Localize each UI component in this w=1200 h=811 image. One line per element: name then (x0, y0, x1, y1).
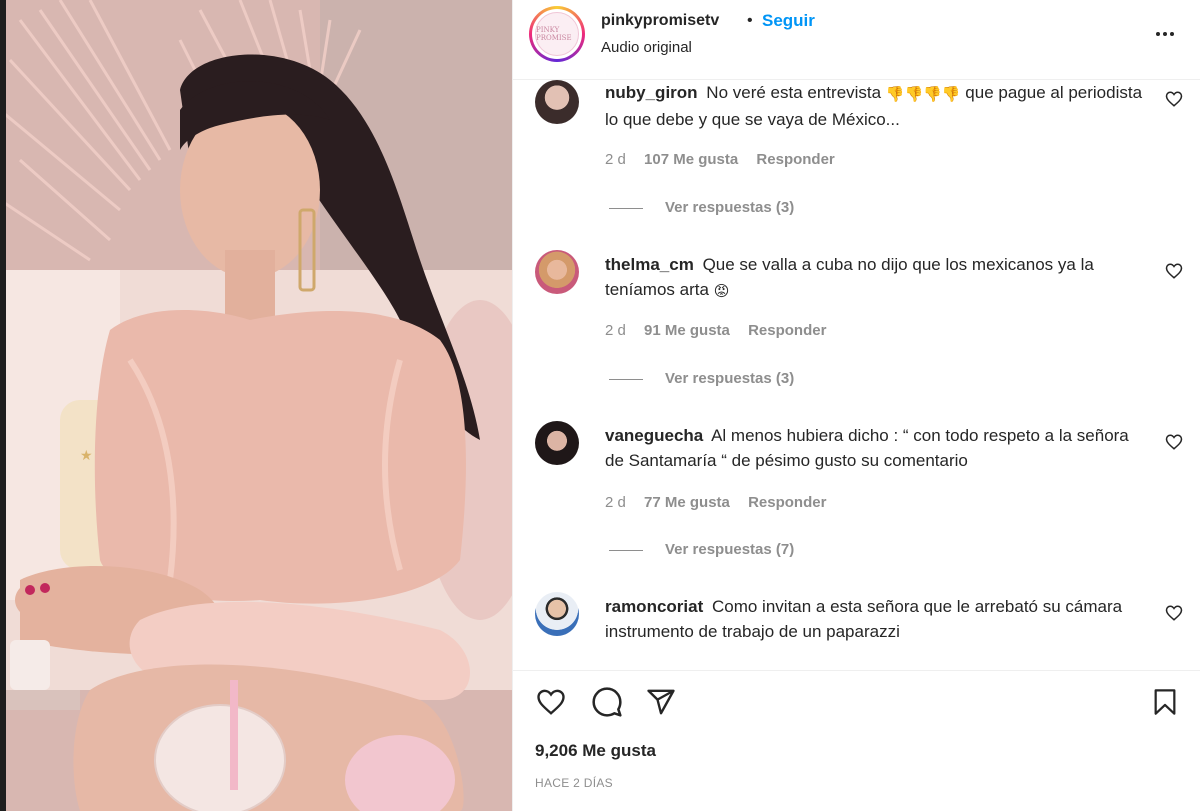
commenter-avatar[interactable] (535, 592, 579, 636)
comment-likes[interactable]: 107 Me gusta (644, 151, 738, 168)
more-dot (1156, 32, 1160, 36)
svg-text:★: ★ (80, 448, 93, 464)
post-side-panel: PINKY PROMISE pinkypromisetv • Seguir Au… (512, 0, 1200, 811)
avatar-inner: PINKY PROMISE (532, 9, 582, 59)
view-replies-button[interactable]: Ver respuestas (3) (609, 199, 794, 216)
comment-time[interactable]: 2 d (605, 151, 626, 168)
comment-likes[interactable]: 77 Me gusta (644, 494, 730, 511)
comment-username[interactable]: thelma_cm (605, 255, 694, 274)
post-date[interactable]: HACE 2 DÍAS (535, 776, 613, 790)
comment-username[interactable]: ramoncoriat (605, 597, 703, 616)
commenter-avatar[interactable] (535, 250, 579, 294)
comment-likes[interactable]: 91 Me gusta (644, 322, 730, 339)
heart-icon[interactable] (1165, 90, 1183, 108)
post-media[interactable]: ★ ★ (0, 0, 512, 811)
post-header: PINKY PROMISE pinkypromisetv • Seguir Au… (513, 0, 1200, 80)
comment-body: No veré esta entrevista (706, 83, 882, 102)
comment-meta: 2 d 91 Me gusta Responder (605, 322, 840, 339)
comment-username[interactable]: vaneguecha (605, 426, 703, 445)
avatar-logo: PINKY PROMISE (535, 12, 579, 56)
commenter-avatar[interactable] (535, 80, 579, 124)
reply-button[interactable]: Responder (756, 151, 834, 168)
comment-text: nuby_giron No veré esta entrevista 👎👎👎👎 … (605, 80, 1145, 132)
more-options-icon[interactable] (1147, 20, 1183, 48)
comment-emoji: 👎👎👎👎 (885, 86, 961, 103)
comment-meta: 2 d 107 Me gusta Responder (605, 151, 849, 168)
comment-meta: 2 d 77 Me gusta Responder (605, 494, 840, 511)
comment-text: thelma_cm Que se valla a cuba no dijo qu… (605, 252, 1145, 304)
comment-time[interactable]: 2 d (605, 322, 626, 339)
more-dot (1170, 32, 1174, 36)
profile-avatar[interactable]: PINKY PROMISE (529, 6, 585, 62)
more-dot (1163, 32, 1167, 36)
post-photo: ★ ★ (0, 0, 512, 811)
separator-dot: • (747, 12, 753, 29)
media-edge (0, 0, 6, 811)
post-username[interactable]: pinkypromisetv (601, 12, 719, 30)
commenter-avatar[interactable] (535, 421, 579, 465)
comment-text: ramoncoriat Como invitan a esta señora q… (605, 594, 1145, 644)
reply-button[interactable]: Responder (748, 494, 826, 511)
comment-username[interactable]: nuby_giron (605, 83, 698, 102)
comment-bubble-icon[interactable] (589, 684, 625, 720)
audio-label[interactable]: Audio original (601, 39, 692, 56)
follow-button[interactable]: Seguir (762, 11, 815, 31)
likes-count[interactable]: 9,206 Me gusta (535, 741, 656, 761)
comment-text: vaneguecha Al menos hubiera dicho : “ co… (605, 423, 1145, 473)
heart-icon[interactable] (1165, 604, 1183, 622)
paper-plane-icon[interactable] (643, 684, 679, 720)
comment-time[interactable]: 2 d (605, 494, 626, 511)
view-replies-button[interactable]: Ver respuestas (3) (609, 370, 794, 387)
bookmark-icon[interactable] (1147, 684, 1183, 720)
comment-emoji: 😡 (713, 283, 730, 300)
heart-icon[interactable] (533, 684, 569, 720)
view-replies-button[interactable]: Ver respuestas (7) (609, 541, 794, 558)
heart-icon[interactable] (1165, 433, 1183, 451)
heart-icon[interactable] (1165, 262, 1183, 280)
post-actions: 9,206 Me gusta HACE 2 DÍAS (513, 670, 1200, 811)
reply-button[interactable]: Responder (748, 322, 826, 339)
